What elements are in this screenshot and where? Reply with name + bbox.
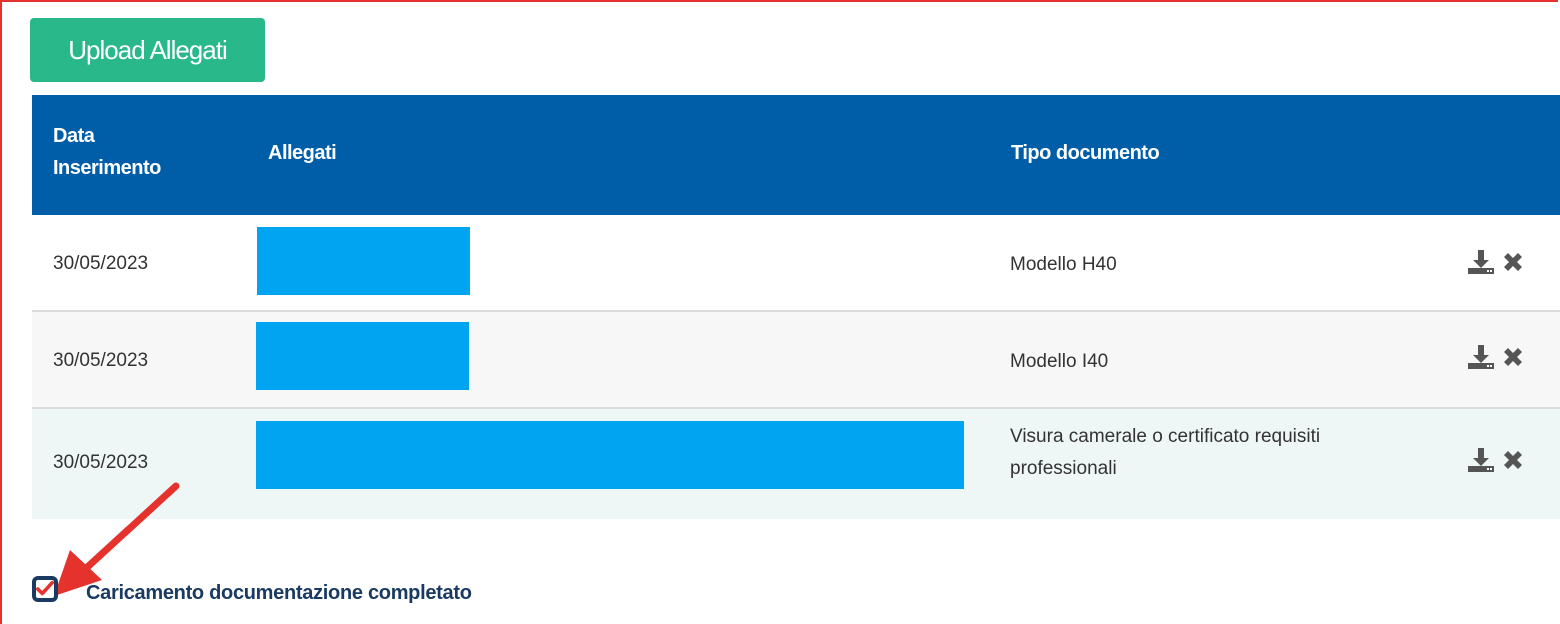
download-icon[interactable] (1466, 342, 1496, 372)
download-icon[interactable] (1466, 247, 1496, 277)
row-actions (1466, 445, 1528, 475)
row-tipo-documento: Modello I40 (1010, 351, 1109, 372)
completion-checkbox-row: Caricamento documentazione completato (32, 572, 472, 605)
row-actions (1466, 247, 1528, 277)
row-date: 30/05/2023 (53, 350, 149, 371)
table-header: Data Inserimento Allegati Tipo documento (32, 95, 1560, 215)
delete-icon[interactable] (1498, 247, 1528, 277)
check-icon (36, 580, 54, 595)
completion-checkbox[interactable] (32, 575, 58, 602)
table-row: 30/05/2023 Visura camerale o certificato… (32, 409, 1560, 519)
row-date: 30/05/2023 (53, 253, 149, 274)
table-row: 30/05/2023 Modello I40 (32, 312, 1560, 409)
delete-icon[interactable] (1498, 342, 1528, 372)
row-tipo-documento: Visura camerale o certificato requisiti … (1010, 426, 1321, 479)
header-allegati: Allegati (268, 142, 337, 164)
row-actions (1466, 342, 1528, 372)
table-row: 30/05/2023 Modello H40 (32, 215, 1560, 312)
redacted-filename (256, 322, 469, 390)
upload-allegati-button[interactable]: Upload Allegati (30, 18, 265, 82)
row-tipo-documento: Modello H40 (1010, 254, 1117, 275)
redacted-filename (256, 421, 964, 489)
header-tipo-documento: Tipo documento (1011, 142, 1160, 164)
completion-checkbox-label[interactable]: Caricamento documentazione completato (86, 582, 472, 605)
download-icon[interactable] (1466, 445, 1496, 475)
header-data-inserimento: Data Inserimento (53, 125, 161, 179)
delete-icon[interactable] (1498, 445, 1528, 475)
redacted-filename (257, 227, 470, 295)
attachments-table: Data Inserimento Allegati Tipo documento… (32, 95, 1560, 519)
